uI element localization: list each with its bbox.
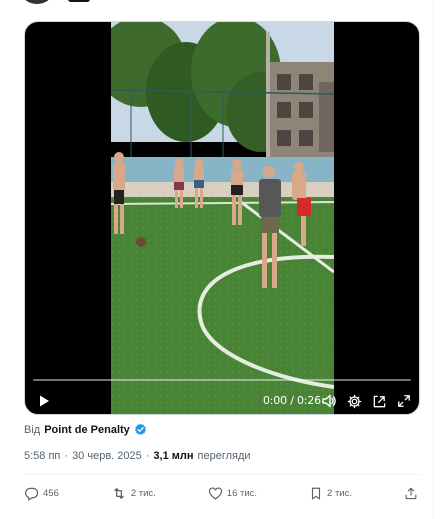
- video-frame[interactable]: [111, 22, 334, 414]
- views-count[interactable]: 3,1 млн: [153, 450, 193, 462]
- meta-separator: ·: [145, 450, 150, 462]
- volume-button[interactable]: [319, 390, 339, 412]
- play-button[interactable]: [33, 390, 55, 412]
- header-fragment: [68, 0, 90, 2]
- attribution: Від Point de Penalty: [24, 423, 147, 436]
- settings-button[interactable]: [344, 390, 364, 412]
- verified-badge-icon: [134, 423, 146, 435]
- post-date[interactable]: 30 черв. 2025: [72, 450, 142, 462]
- divider: [24, 474, 420, 475]
- heart-icon: [208, 486, 222, 500]
- reply-count: 456: [43, 487, 59, 499]
- repost-button[interactable]: 2 тис.: [111, 486, 156, 501]
- like-button[interactable]: 16 тис.: [208, 486, 257, 501]
- gear-icon: [347, 394, 361, 408]
- attribution-prefix: Від: [24, 423, 41, 436]
- video-still: [111, 22, 334, 414]
- fullscreen-button[interactable]: [394, 390, 414, 412]
- share-button[interactable]: [404, 486, 418, 501]
- bookmark-count: 2 тис.: [327, 487, 352, 499]
- column-border: [433, 0, 434, 519]
- share-icon: [405, 487, 417, 499]
- progress-bar[interactable]: [33, 379, 411, 381]
- video-player[interactable]: 0:00 / 0:26: [24, 21, 420, 415]
- picture-in-picture-icon: [373, 395, 385, 407]
- picture-in-picture-button[interactable]: [369, 390, 389, 412]
- expand-icon: [398, 395, 410, 407]
- bookmark-icon: [311, 487, 321, 499]
- reply-icon: [25, 487, 39, 500]
- meta-separator: ·: [64, 450, 69, 462]
- volume-icon: [322, 394, 336, 408]
- views-label: перегляди: [197, 450, 251, 462]
- like-count: 16 тис.: [226, 487, 258, 499]
- action-bar: 456 2 тис. 16 тис. 2 тис.: [24, 482, 420, 504]
- repost-icon: [114, 487, 124, 499]
- bookmark-button[interactable]: 2 тис.: [309, 486, 352, 501]
- play-icon: [40, 395, 49, 407]
- repost-count: 2 тис.: [130, 487, 156, 499]
- avatar[interactable]: [22, 0, 52, 4]
- post-meta: 5:58 пп · 30 черв. 2025 · 3,1 млн перегл…: [24, 450, 251, 462]
- time-display: 0:00 / 0:26: [263, 394, 321, 407]
- reply-button[interactable]: 456: [24, 486, 59, 501]
- author-link[interactable]: Point de Penalty: [44, 424, 130, 436]
- post-time[interactable]: 5:58 пп: [24, 450, 60, 462]
